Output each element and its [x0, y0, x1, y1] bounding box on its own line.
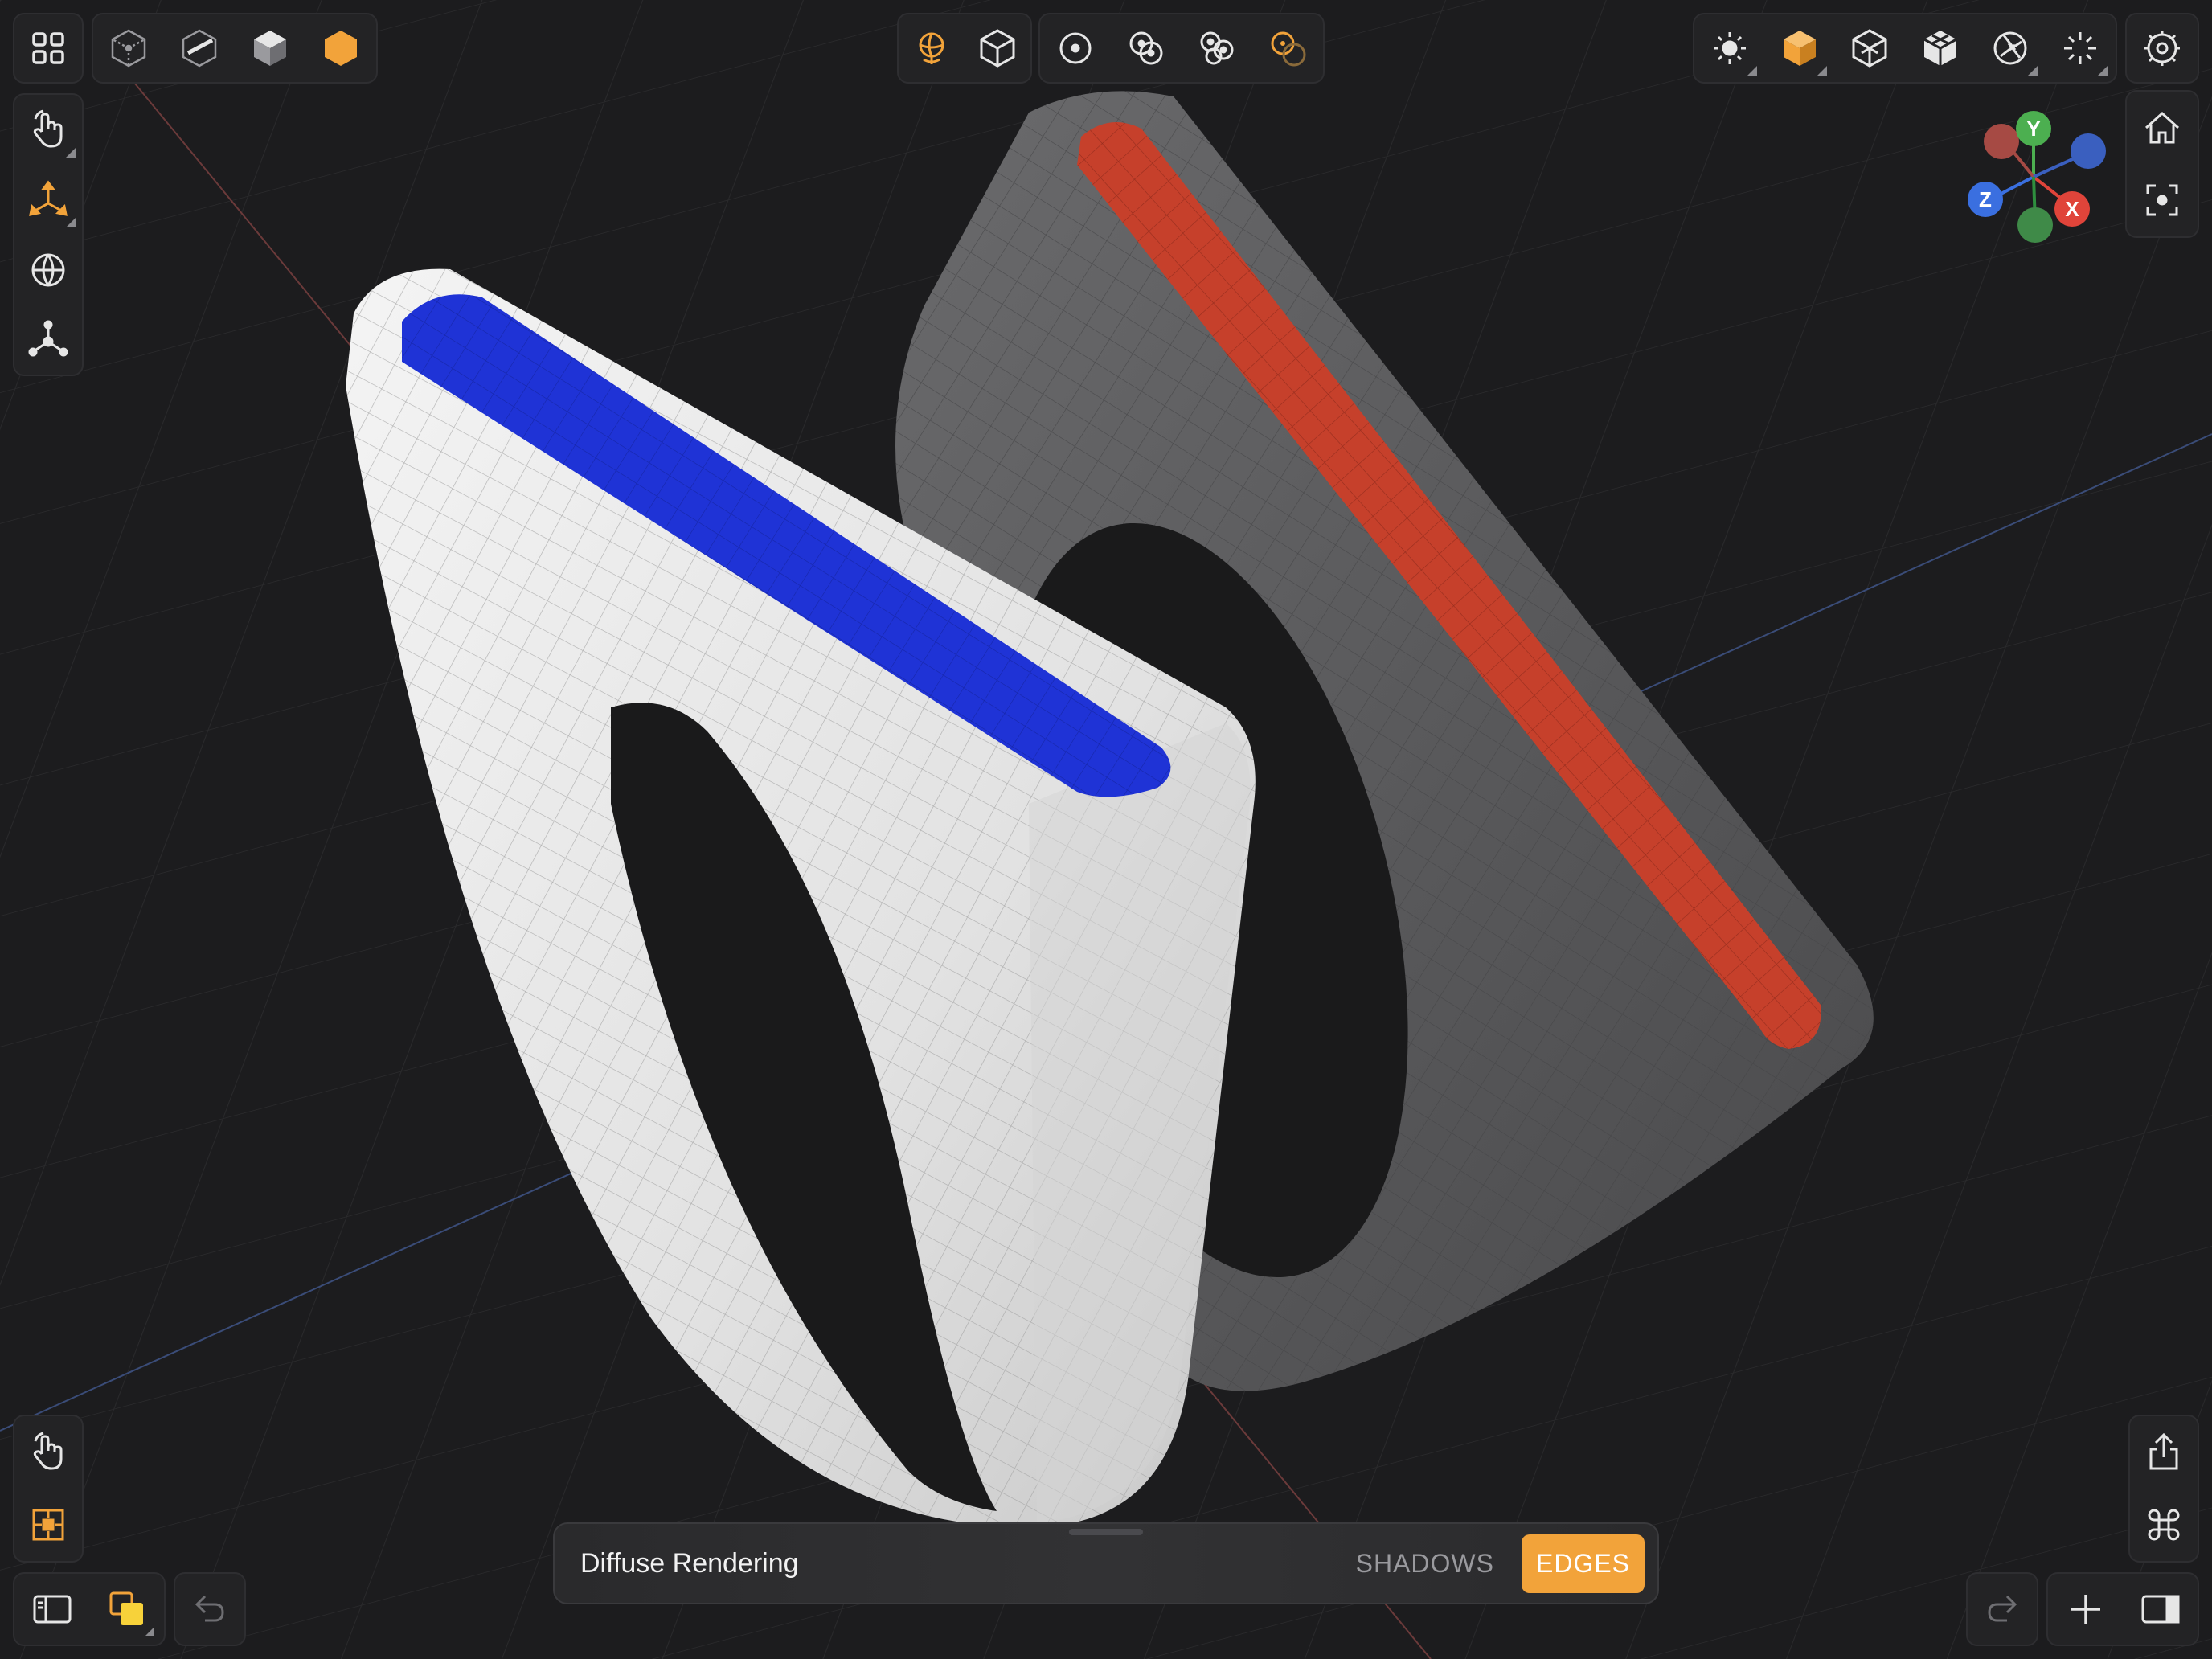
settings-toolbar [2125, 13, 2199, 84]
pivot-tool-button[interactable] [18, 309, 79, 371]
redo-icon [1988, 1595, 2017, 1622]
touch-tool-button[interactable] [18, 100, 79, 161]
neg-y-handle[interactable] [2017, 207, 2053, 243]
axis-gizmo[interactable]: Y Z X [1953, 104, 2114, 249]
redo-button[interactable] [1972, 1579, 2033, 1640]
mesh-cube-icon [1923, 31, 1957, 66]
grid-menu-icon [32, 32, 64, 64]
camera-aperture-button[interactable] [1980, 18, 2041, 79]
environment-toolbar [897, 13, 1032, 84]
command-icon [2148, 1509, 2180, 1541]
redo-toolbar [1966, 1572, 2038, 1646]
home-icon [2144, 111, 2180, 144]
sparkle-icon [2064, 32, 2097, 64]
sidebar-right-icon [2141, 1595, 2179, 1624]
render-mode-panel: Diffuse Rendering SHADOWS EDGES [553, 1522, 1659, 1604]
material-cube-icon [1783, 31, 1816, 66]
right-sidebar-button[interactable] [2130, 1579, 2191, 1640]
three-circles-icon [1200, 31, 1234, 65]
aperture-icon [1993, 31, 2027, 65]
left-sidebar-button[interactable] [22, 1579, 83, 1640]
selection-toolbar [1038, 13, 1325, 84]
touch-hand-icon [33, 1432, 63, 1470]
material-button[interactable] [1769, 18, 1830, 79]
share-toolbar [2128, 1415, 2199, 1563]
shadows-toggle[interactable]: SHADOWS [1356, 1549, 1494, 1579]
single-select-button[interactable] [1045, 18, 1106, 79]
add-icon [2071, 1595, 2100, 1624]
transform-tool-button[interactable] [18, 170, 79, 231]
y-axis-label: Y [2026, 117, 2040, 141]
environment-button[interactable] [901, 18, 962, 79]
single-circle-icon [1059, 32, 1092, 64]
snap-grid-icon [32, 1509, 64, 1541]
focus-frame-icon [2146, 184, 2178, 216]
undo-icon [195, 1595, 224, 1622]
settings-gear-icon [2144, 31, 2180, 66]
mesh-overlay-button[interactable] [1910, 18, 1971, 79]
undo-toolbar [174, 1572, 246, 1646]
wireframe-mode-button[interactable] [98, 18, 159, 79]
command-button[interactable] [2133, 1494, 2194, 1555]
xray-mode-button[interactable] [169, 18, 230, 79]
main-menu-toolbar [13, 13, 84, 84]
edges-toggle[interactable]: EDGES [1521, 1534, 1645, 1593]
wire-cube-icon [1852, 29, 1887, 68]
view-toolbar [2125, 90, 2199, 238]
grid-menu-button[interactable] [18, 18, 79, 79]
z-axis-label: Z [1979, 187, 1992, 211]
tools-toolbar [13, 93, 84, 376]
3d-viewport[interactable] [0, 0, 2212, 1659]
multi-select-button[interactable] [1116, 18, 1177, 79]
solid-cube-icon [254, 31, 286, 66]
shaded-mode-button[interactable] [310, 18, 371, 79]
pivot-nodes-icon [28, 320, 68, 356]
linked-circles-icon [1271, 31, 1306, 67]
layers-icon [109, 1591, 143, 1625]
transform-axes-icon [29, 180, 68, 216]
undo-button[interactable] [179, 1579, 240, 1640]
sphere-tool-button[interactable] [18, 240, 79, 301]
group-select-button[interactable] [1186, 18, 1247, 79]
effects-button[interactable] [2050, 18, 2111, 79]
snap-grid-button[interactable] [18, 1494, 79, 1555]
wireframe-overlay-button[interactable] [1839, 18, 1900, 79]
add-panel-toolbar [2046, 1572, 2199, 1646]
lighting-button[interactable] [1699, 18, 1760, 79]
touch-hand-icon [33, 109, 63, 148]
display-mode-toolbar [92, 13, 378, 84]
focus-view-button[interactable] [2132, 170, 2193, 231]
wireframe-cube-icon [111, 29, 146, 68]
neg-z-handle[interactable] [2071, 133, 2106, 169]
layers-button[interactable] [96, 1579, 158, 1640]
panels-toolbar [13, 1572, 166, 1646]
snap-toolbar [13, 1415, 84, 1563]
home-view-button[interactable] [2132, 97, 2193, 158]
sidebar-left-icon [33, 1595, 71, 1624]
solid-mode-button[interactable] [240, 18, 301, 79]
settings-button[interactable] [2132, 18, 2193, 79]
sun-light-icon [1713, 32, 1746, 64]
share-button[interactable] [2133, 1422, 2194, 1483]
render-settings-toolbar [1693, 13, 2117, 84]
object-button[interactable] [967, 18, 1028, 79]
object-cube-icon [980, 29, 1015, 68]
add-button[interactable] [2055, 1579, 2116, 1640]
render-mode-title[interactable]: Diffuse Rendering [580, 1548, 1356, 1579]
sphere-icon [31, 253, 65, 286]
panel-drag-handle[interactable] [1069, 1529, 1143, 1535]
share-icon [2149, 1432, 2178, 1470]
xray-cube-icon [182, 29, 217, 68]
two-circles-icon [1129, 31, 1163, 65]
neg-x-handle[interactable] [1984, 124, 2019, 159]
environment-globe-icon [919, 32, 944, 64]
shaded-hexagon-icon [325, 31, 357, 66]
linked-select-button[interactable] [1257, 18, 1318, 79]
touch-mode-button[interactable] [18, 1422, 79, 1483]
x-axis-label: X [2065, 197, 2079, 221]
